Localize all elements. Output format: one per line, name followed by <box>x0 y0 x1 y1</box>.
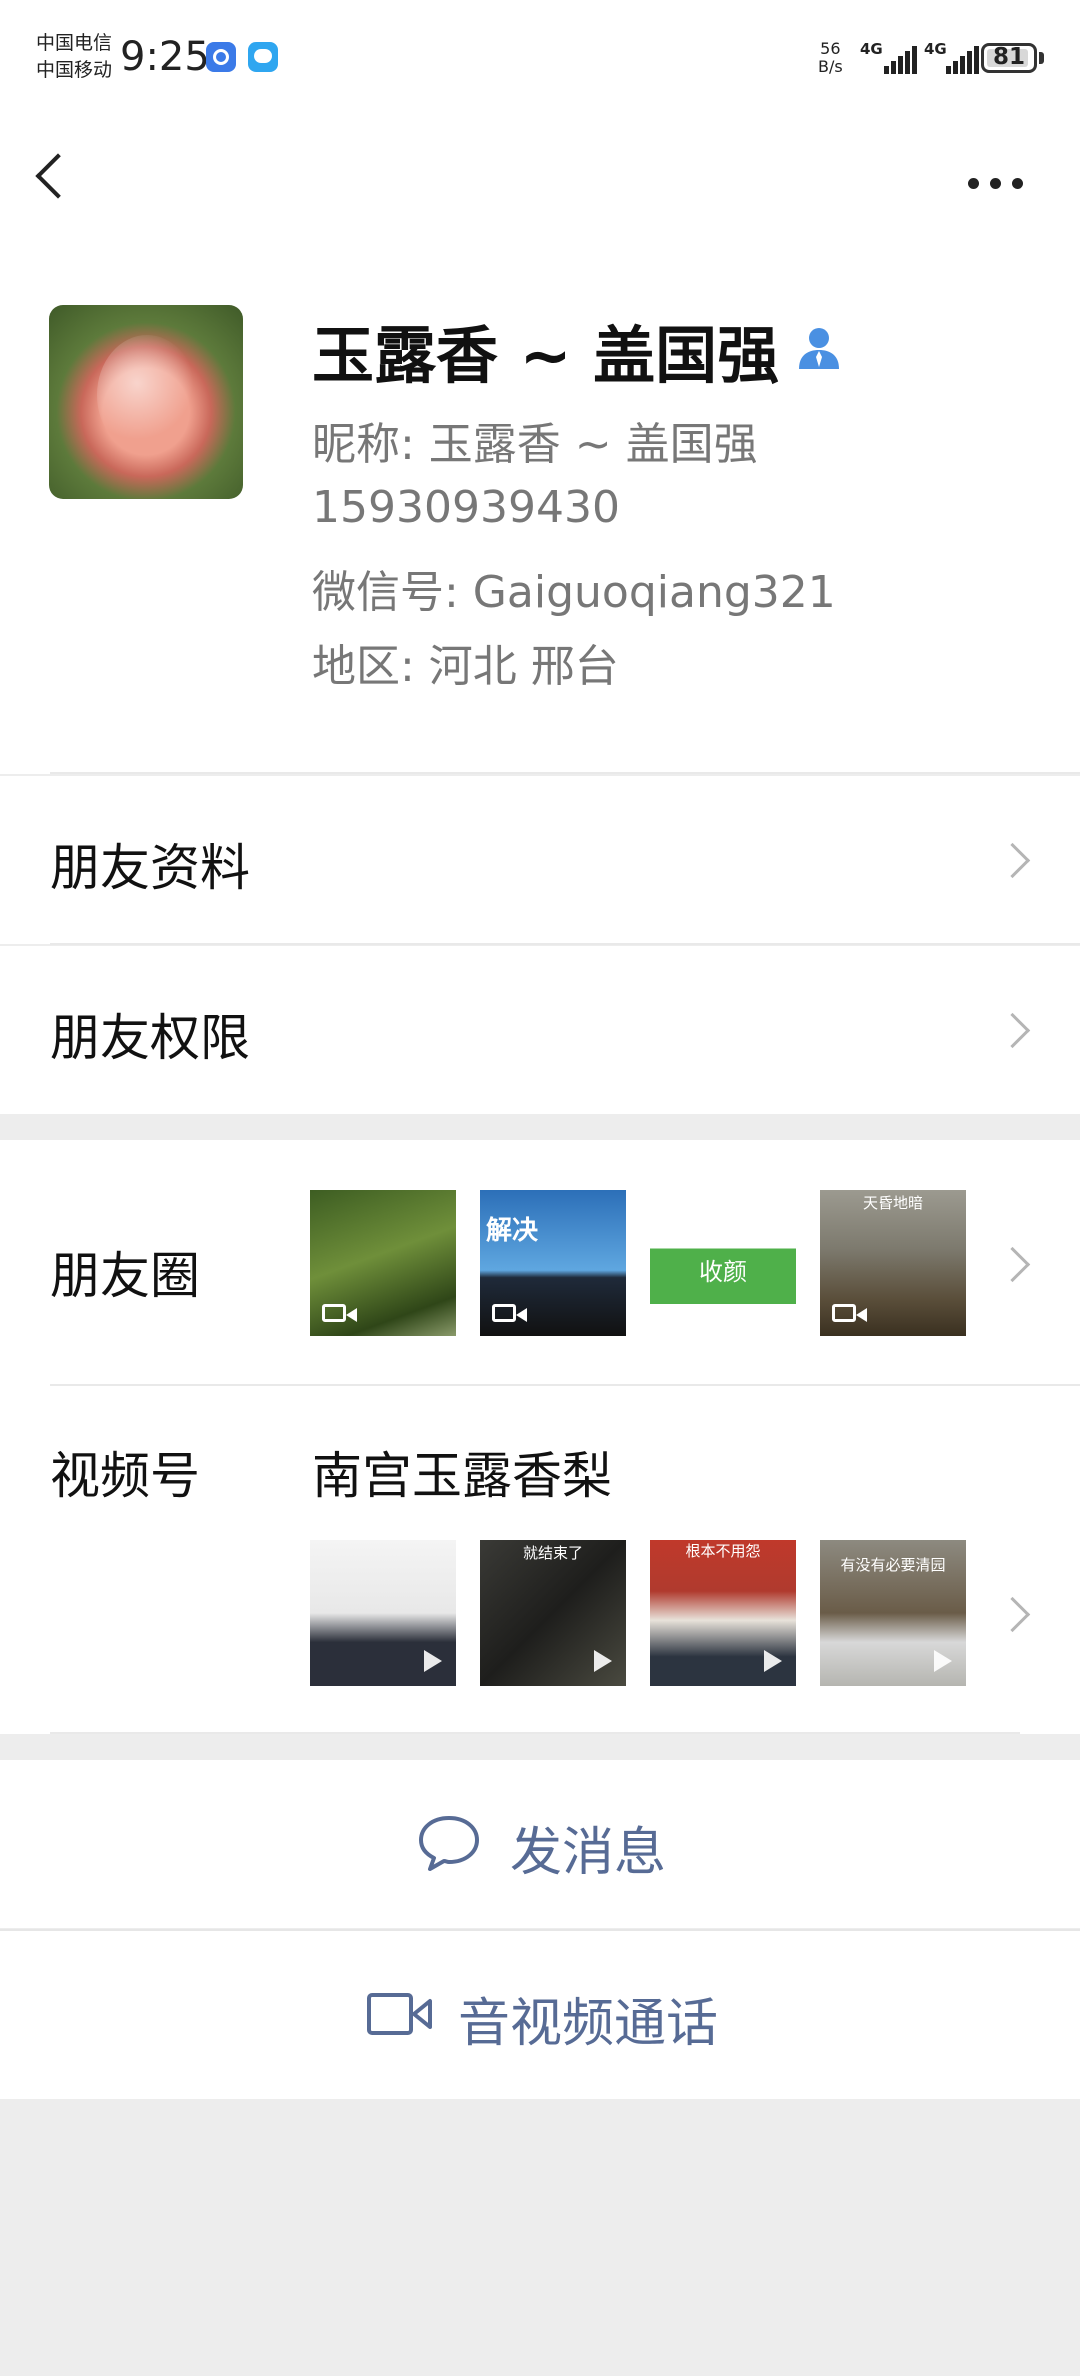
divider <box>50 1732 1020 1734</box>
nickname-text: 昵称: 玉露香 ~ 盖国强 <box>312 419 758 470</box>
moments-thumb-3[interactable]: 收颜 <box>650 1190 796 1336</box>
signal-2-label: 4G <box>924 40 947 58</box>
channels-thumb-1[interactable] <box>310 1540 456 1686</box>
region-text: 地区: 河北 邢台 <box>312 641 619 692</box>
message-app-icon <box>248 42 278 72</box>
channels-thumb-3-text: 根本不用怨 <box>685 1542 761 1560</box>
play-icon <box>764 1650 782 1672</box>
top-nav <box>0 110 1080 260</box>
carrier-1: 中国电信 <box>36 32 113 54</box>
play-icon <box>934 1650 952 1672</box>
channels-thumb-2-text: 就结束了 <box>522 1544 583 1562</box>
profile-card: 玉露香 ~ 盖国强 昵称: 玉露香 ~ 盖国强 15930939430 微信号:… <box>0 260 1080 774</box>
play-icon <box>594 1650 612 1672</box>
moments-label: 朋友圈 <box>50 1247 200 1305</box>
status-bar: 中国电信 中国移动 9:25 56 B/s 4G 4G 81 <box>0 0 1080 110</box>
divider <box>50 772 1080 774</box>
friend-info-row[interactable]: 朋友资料 <box>0 776 1080 945</box>
chevron-right-icon <box>994 1596 1031 1633</box>
av-call-button[interactable]: 音视频通话 <box>0 1931 1080 2099</box>
battery-level: 81 <box>992 44 1025 70</box>
net-speed-unit: B/s <box>818 57 843 76</box>
chevron-right-icon <box>994 1246 1031 1283</box>
user-icon <box>799 328 839 369</box>
wechat-id-text: 微信号: Gaiguoqiang321 <box>312 567 836 618</box>
moments-thumb-1[interactable] <box>310 1190 456 1336</box>
notification-app-icon <box>206 42 236 72</box>
friend-permissions-row[interactable]: 朋友权限 <box>0 946 1080 1114</box>
video-call-icon <box>367 1993 432 2035</box>
friend-info-label: 朋友资料 <box>50 839 250 897</box>
battery-tip <box>1039 52 1044 64</box>
moments-row[interactable]: 朋友圈 解决 收颜 天昏地暗 <box>0 1140 1080 1386</box>
chevron-right-icon <box>994 842 1031 879</box>
carrier-labels: 中国电信 中国移动 <box>36 30 112 84</box>
clock: 9:25 <box>120 34 210 80</box>
channels-thumb-3[interactable]: 根本不用怨 <box>650 1540 796 1686</box>
channels-row[interactable]: 视频号 南宫玉露香梨 就结束了 根本不用怨 有没有必要清园 <box>0 1386 1080 1734</box>
net-speed: 56 B/s <box>818 40 843 76</box>
more-dots-icon[interactable] <box>968 178 1024 190</box>
moments-thumb-4[interactable]: 天昏地暗 <box>820 1190 966 1336</box>
video-camera-icon <box>322 1304 346 1322</box>
channels-thumb-2[interactable]: 就结束了 <box>480 1540 626 1686</box>
net-speed-value: 56 <box>820 39 841 58</box>
moments-thumb-2-text: 解决 <box>486 1216 539 1246</box>
profile-name: 玉露香 ~ 盖国强 <box>312 319 780 392</box>
moments-thumb-3-text: 收颜 <box>699 1258 747 1286</box>
friend-permissions-label: 朋友权限 <box>50 1009 250 1067</box>
channels-thumb-4-text: 有没有必要清园 <box>840 1556 946 1574</box>
signal-1-label: 4G <box>860 40 883 58</box>
channels-thumb-4[interactable]: 有没有必要清园 <box>820 1540 966 1686</box>
video-camera-icon <box>832 1304 856 1322</box>
chat-bubble-icon <box>419 1816 479 1871</box>
profile-page: 中国电信 中国移动 9:25 56 B/s 4G 4G 81 玉露香 ~ 盖国强… <box>0 0 1080 2376</box>
avatar[interactable] <box>49 305 243 499</box>
divider <box>50 943 1080 945</box>
play-icon <box>424 1650 442 1672</box>
signal-icon-1: 4G <box>860 40 920 74</box>
send-message-button[interactable]: 发消息 <box>0 1760 1080 1928</box>
signal-icon-2: 4G <box>924 40 984 74</box>
send-message-label: 发消息 <box>510 1823 667 1883</box>
phone-text: 15930939430 <box>312 482 620 533</box>
channel-name: 南宫玉露香梨 <box>312 1447 612 1505</box>
video-camera-icon <box>492 1304 516 1322</box>
battery-icon: 81 <box>981 43 1037 73</box>
moments-thumb-2[interactable]: 解决 <box>480 1190 626 1336</box>
channels-label: 视频号 <box>50 1447 200 1505</box>
chevron-right-icon <box>994 1012 1031 1049</box>
moments-thumb-4-text: 天昏地暗 <box>862 1194 923 1212</box>
av-call-label: 音视频通话 <box>458 1994 719 2054</box>
carrier-2: 中国移动 <box>36 59 113 81</box>
back-icon[interactable] <box>35 153 81 199</box>
